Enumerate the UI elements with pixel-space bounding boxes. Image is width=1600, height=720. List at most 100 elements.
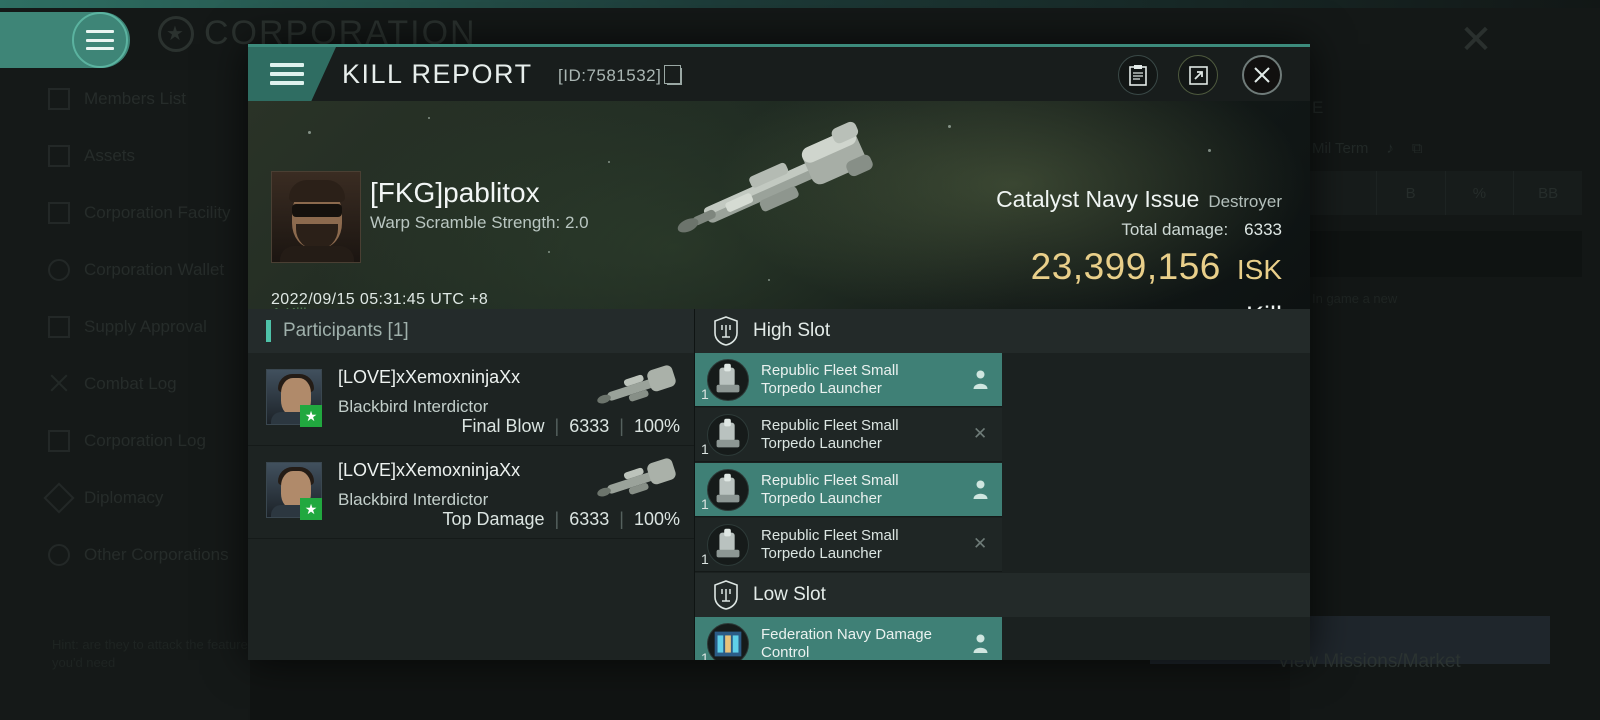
separator: | bbox=[554, 509, 560, 529]
star-badge-icon: ★ bbox=[300, 405, 322, 427]
sidebar-label: Corporation Log bbox=[84, 430, 206, 450]
right-panel-small-text: In game a new bbox=[1312, 291, 1398, 306]
sidebar-label: Other Corporations bbox=[84, 544, 229, 564]
person-icon bbox=[973, 634, 988, 653]
remove-icon[interactable]: ✕ bbox=[973, 535, 989, 552]
right-panel-row: Mil Term ♪ ⧉ bbox=[1290, 118, 1600, 157]
person-icon bbox=[973, 480, 988, 499]
participant-name: [LOVE]xXemoxninjaXx bbox=[338, 367, 521, 387]
separator: | bbox=[619, 509, 624, 529]
module-qty: 1 bbox=[701, 386, 709, 402]
star-badge-icon: ★ bbox=[300, 498, 322, 520]
module-slot[interactable]: 1 Republic Fleet Small Torpedo Launcher … bbox=[695, 408, 1002, 462]
kill-id-group[interactable]: [ID:7581532] bbox=[558, 64, 683, 86]
hamburger-icon bbox=[86, 30, 114, 50]
participants-header-label: Participants [1] bbox=[283, 320, 409, 341]
module-slot[interactable]: 1 Republic Fleet Small Torpedo Launcher bbox=[695, 353, 1002, 407]
victim-name: [FKG]pablitox bbox=[370, 177, 540, 208]
sound-icon[interactable]: ♪ bbox=[1386, 140, 1394, 157]
participant-role: Top Damage bbox=[442, 509, 545, 529]
victim-avatar bbox=[271, 171, 361, 263]
right-panel-title: E bbox=[1312, 98, 1324, 117]
remove-icon[interactable]: ✕ bbox=[973, 425, 989, 442]
report-button[interactable] bbox=[1118, 55, 1158, 95]
sidebar-label: Corporation Wallet bbox=[84, 259, 225, 279]
separator: | bbox=[554, 416, 560, 436]
low-slot-header: Low Slot bbox=[695, 573, 1310, 617]
kill-timestamp: 2022/09/15 05:31:45 UTC +8 bbox=[271, 291, 489, 308]
diplomacy-icon bbox=[43, 481, 75, 514]
sidebar-item-members-list[interactable]: Members List bbox=[0, 70, 250, 127]
sidebar-item-combat-log[interactable]: Combat Log bbox=[0, 355, 250, 412]
module-slot[interactable]: 1 Republic Fleet Small Torpedo Launcher bbox=[695, 463, 1002, 517]
sidebar-item-corporation-wallet[interactable]: Corporation Wallet bbox=[0, 241, 250, 298]
high-slot-icon bbox=[714, 316, 738, 346]
victim-ship-name: Catalyst Navy Issue Destroyer bbox=[996, 186, 1282, 213]
low-slot-grid: 1 Federation Navy Damage Control 1 Feder… bbox=[695, 617, 1310, 660]
module-qty: 1 bbox=[701, 551, 709, 567]
module-name: Republic Fleet Small Torpedo Launcher bbox=[761, 471, 899, 507]
hamburger-icon bbox=[270, 63, 304, 85]
torpedo-launcher-icon bbox=[707, 523, 749, 566]
right-panel-stat-box: B % BB bbox=[1308, 171, 1582, 215]
right-panel-row-label: Mil Term bbox=[1312, 140, 1369, 157]
copy-icon[interactable] bbox=[664, 64, 683, 85]
table-row[interactable]: ★ [LOVE]xXemoxninjaXx Blackbird Interdic… bbox=[248, 353, 694, 446]
sidebar-item-corporation-log[interactable]: Corporation Log bbox=[0, 412, 250, 469]
members-icon bbox=[48, 87, 70, 110]
log-icon bbox=[48, 429, 70, 452]
participant-percent: 100% bbox=[633, 416, 680, 436]
victim-subtitle: Warp Scramble Strength: 2.0 bbox=[370, 213, 589, 232]
supply-icon bbox=[48, 315, 70, 338]
sidebar-item-corporation-facility[interactable]: Corporation Facility bbox=[0, 184, 250, 241]
expand-icon[interactable]: ⧉ bbox=[1412, 140, 1423, 157]
sidebar-label: Diplomacy bbox=[84, 487, 164, 507]
sidebar-item-assets[interactable]: Assets bbox=[0, 127, 250, 184]
kill-id-label: [ID:7581532] bbox=[558, 66, 662, 85]
participant-damage: 6333 bbox=[569, 416, 610, 436]
participants-panel: Participants [1] ★ [LOVE]xXemoxninjaXx B… bbox=[248, 309, 695, 660]
top-accent-bar bbox=[0, 0, 1600, 8]
person-icon bbox=[973, 370, 988, 389]
module-slot[interactable]: 1 Federation Navy Damage Control bbox=[695, 617, 1002, 660]
wallet-icon bbox=[48, 258, 70, 281]
sidebar-item-diplomacy[interactable]: Diplomacy bbox=[0, 469, 250, 526]
share-button[interactable] bbox=[1178, 55, 1218, 95]
combat-icon bbox=[48, 373, 70, 395]
background-menu-button[interactable] bbox=[72, 12, 128, 68]
sidebar-item-supply-approval[interactable]: Supply Approval bbox=[0, 298, 250, 355]
stat-cell: B bbox=[1377, 171, 1446, 215]
close-button[interactable] bbox=[1242, 55, 1282, 95]
participants-header: Participants [1] bbox=[248, 309, 694, 353]
participant-stats: Final Blow | 6333 | 100% bbox=[462, 416, 681, 437]
stat-cell bbox=[1308, 171, 1377, 215]
fitting-slots-panel: High Slot 1 Republic Fleet Small Torpedo… bbox=[695, 309, 1310, 660]
other-corp-icon bbox=[48, 543, 70, 566]
modal-header: KILL REPORT [ID:7581532] bbox=[248, 47, 1310, 101]
modal-body: Participants [1] ★ [LOVE]xXemoxninjaXx B… bbox=[248, 309, 1310, 660]
sidebar-label: Combat Log bbox=[84, 373, 177, 393]
sidebar-label: Members List bbox=[84, 88, 187, 108]
sidebar-item-other-corporations[interactable]: Other Corporations bbox=[0, 526, 250, 583]
clipboard-icon bbox=[1129, 65, 1147, 86]
low-slot-icon bbox=[714, 580, 738, 610]
sidebar-label: Supply Approval bbox=[84, 316, 207, 336]
assets-icon bbox=[48, 144, 70, 167]
kill-report-modal: KILL REPORT [ID:7581532] [FKG]pablitox W… bbox=[248, 44, 1310, 660]
separator: | bbox=[619, 416, 624, 436]
module-slot[interactable]: 1 Republic Fleet Small Torpedo Launcher … bbox=[695, 518, 1002, 572]
background-close-button[interactable]: ✕ bbox=[1454, 18, 1498, 62]
total-damage-label: Total damage: bbox=[1121, 220, 1229, 239]
isk-unit: ISK bbox=[1236, 254, 1282, 285]
module-qty: 1 bbox=[701, 496, 709, 512]
modal-menu-button[interactable] bbox=[248, 47, 336, 101]
module-name: Republic Fleet Small Torpedo Launcher bbox=[761, 526, 899, 562]
module-name: Republic Fleet Small Torpedo Launcher bbox=[761, 416, 899, 452]
participant-damage: 6333 bbox=[569, 509, 610, 529]
slot-title: Low Slot bbox=[753, 584, 826, 605]
table-row[interactable]: ★ [LOVE]xXemoxninjaXx Blackbird Interdic… bbox=[248, 446, 694, 539]
isk-amount: 23,399,156 bbox=[1030, 246, 1221, 287]
ship-class-text: Destroyer bbox=[1208, 192, 1282, 211]
slot-title: High Slot bbox=[753, 320, 831, 341]
corp-star-icon: ★ bbox=[158, 15, 194, 52]
